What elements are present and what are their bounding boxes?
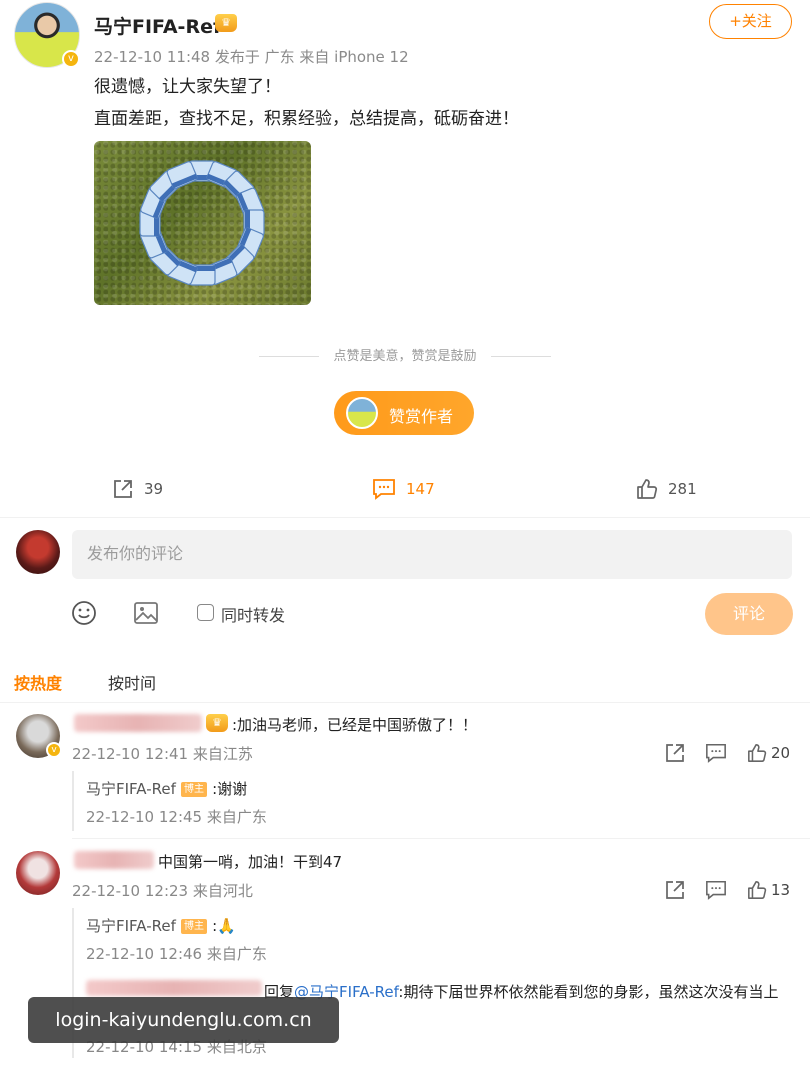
share-icon <box>114 480 132 498</box>
reply-line: 马宁FIFA-Ref 博主 :谢谢 <box>86 778 247 799</box>
reward-hint-text: 点赞是美意，赞赏是鼓励 <box>333 349 477 364</box>
commenter-avatar[interactable] <box>16 851 60 895</box>
image-icon <box>134 602 158 624</box>
comment-icon <box>373 479 395 500</box>
crown-icon: ♛ <box>206 714 228 732</box>
comment-input[interactable] <box>72 530 792 579</box>
verified-badge-icon: v <box>46 742 62 758</box>
share-icon <box>666 744 684 762</box>
comment-action[interactable]: 147 <box>372 478 435 500</box>
comment-like-count: 13 <box>771 880 791 899</box>
reply-thread: 马宁FIFA-Ref 博主 :谢谢 22-12-10 12:45 来自广东 <box>72 771 792 831</box>
post-text-line-2: 直面差距，查找不足，积累经验，总结提高，砥砺奋进！ <box>94 109 519 129</box>
like-count: 281 <box>668 480 697 498</box>
like-action[interactable]: 281 <box>636 478 697 500</box>
comment-like-count: 20 <box>771 743 791 762</box>
thumbs-up-icon <box>748 743 767 762</box>
divider <box>72 838 810 839</box>
owner-badge: 博主 <box>181 919 207 934</box>
comment-text: 中国第一哨，加油！干到47 <box>158 853 343 871</box>
follow-button[interactable]: +关注 <box>709 4 792 39</box>
blurred-username[interactable] <box>74 714 202 732</box>
comment-icon <box>706 880 726 900</box>
repost-checkbox[interactable] <box>197 604 214 621</box>
divider <box>0 517 810 518</box>
reward-button-label: 赞赏作者 <box>389 407 454 426</box>
comment-text: :加油马老师，已经是中国骄傲了！！ <box>232 716 478 734</box>
share-action[interactable]: 39 <box>112 478 163 500</box>
reward-hint: 点赞是美意，赞赏是鼓励 <box>0 345 810 364</box>
blurred-username[interactable] <box>74 851 154 869</box>
watermark-banner: login-kaiyundenglu.com.cn <box>28 997 339 1043</box>
post-image[interactable] <box>94 141 311 305</box>
comment-meta: 22-12-10 12:23 来自河北 <box>72 882 253 900</box>
post-text-line-1: 很遗憾，让大家失望了！ <box>94 77 281 97</box>
image-upload-button[interactable] <box>133 600 159 630</box>
reward-avatar <box>346 397 378 429</box>
reply-username[interactable]: 马宁FIFA-Ref <box>86 917 176 935</box>
share-count: 39 <box>144 480 164 498</box>
reply-username[interactable]: 马宁FIFA-Ref <box>86 780 176 798</box>
reply-meta: 22-12-10 12:46 来自广东 <box>86 945 267 963</box>
submit-comment-button[interactable]: 评论 <box>705 593 793 635</box>
thumbs-up-icon <box>637 479 658 499</box>
post-meta: 22-12-10 11:48 发布于 广东 来自 iPhone 12 <box>94 48 409 66</box>
comment-like-button[interactable]: 20 <box>747 742 790 763</box>
share-icon <box>666 881 684 899</box>
sort-by-hot-tab[interactable]: 按热度 <box>14 670 62 694</box>
reply-line: 马宁FIFA-Ref 博主 :🙏 <box>86 915 236 936</box>
comment-count: 147 <box>406 480 435 498</box>
fifa-armbands-circle-photo-icon <box>139 160 265 286</box>
comment-like-button[interactable]: 13 <box>747 879 790 900</box>
divider <box>0 702 810 703</box>
verified-badge-icon: v <box>62 50 80 68</box>
comment-meta: 22-12-10 12:41 来自江苏 <box>72 745 253 763</box>
crown-icon: ♛ <box>215 14 237 32</box>
nested-reply-line: 回复@马宁FIFA-Ref:期待下届世界杯依然能看到您的身影，虽然这次没有当上 <box>264 981 778 1002</box>
comment-share-button[interactable] <box>664 742 686 764</box>
comment-reply-button[interactable] <box>705 879 727 901</box>
nested-reply-text: :期待下届世界杯依然能看到您的身影，虽然这次没有当上 <box>398 983 779 1001</box>
reward-author-button[interactable]: 赞赏作者 <box>334 391 474 435</box>
thumbs-up-icon <box>748 880 767 899</box>
reply-text: :谢谢 <box>212 780 248 798</box>
repost-label: 同时转发 <box>221 606 286 625</box>
emoji-button[interactable] <box>71 600 97 630</box>
sort-by-time-tab[interactable]: 按时间 <box>108 670 156 694</box>
owner-badge: 博主 <box>181 782 207 797</box>
reply-text: :🙏 <box>212 917 236 935</box>
author-name[interactable]: 马宁FIFA-Ref <box>94 12 221 39</box>
emoji-icon <box>72 601 96 625</box>
comment-icon <box>706 743 726 763</box>
my-avatar <box>16 530 60 574</box>
reply-meta: 22-12-10 12:45 来自广东 <box>86 808 267 826</box>
blurred-username[interactable] <box>86 980 262 996</box>
comment-reply-button[interactable] <box>705 742 727 764</box>
comment-share-button[interactable] <box>664 879 686 901</box>
